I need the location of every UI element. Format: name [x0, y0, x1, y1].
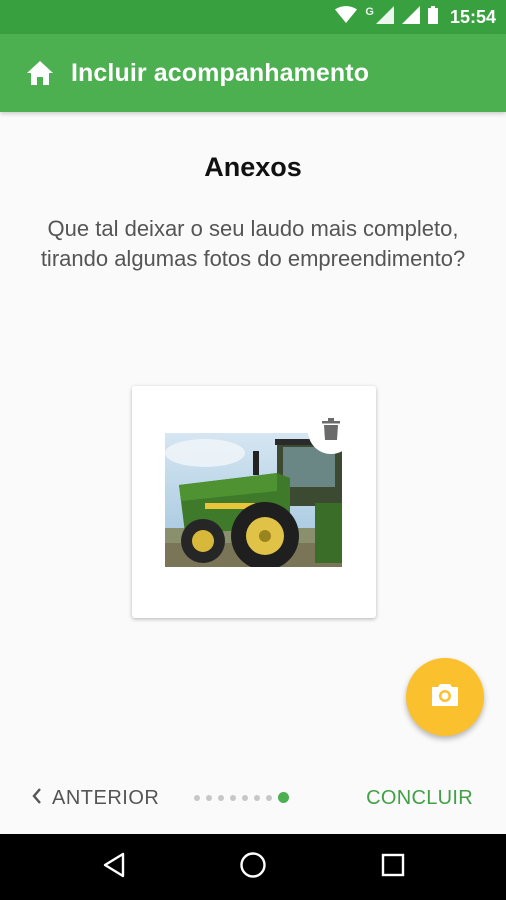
back-button[interactable]: [74, 834, 154, 900]
previous-label: ANTERIOR: [52, 786, 160, 809]
recents-icon: [381, 853, 405, 882]
recents-button[interactable]: [353, 834, 433, 900]
step-dot-active: [278, 792, 289, 803]
attachment-card[interactable]: [132, 386, 376, 618]
stepper-bar: ANTERIOR CONCLUIR: [0, 772, 506, 824]
trash-icon: [322, 417, 340, 445]
status-bar: G 15:54: [0, 0, 506, 34]
chevron-left-icon: [32, 787, 42, 810]
home-nav-button[interactable]: [213, 834, 293, 900]
network-type-label: G: [365, 6, 374, 18]
wifi-icon: [335, 5, 358, 29]
section-title: Anexos: [204, 152, 302, 182]
system-nav-bar: [0, 834, 506, 900]
battery-icon: [427, 5, 438, 29]
back-icon: [102, 852, 126, 883]
delete-attachment-button[interactable]: [308, 408, 354, 454]
take-photo-fab[interactable]: [406, 658, 484, 736]
finish-button[interactable]: CONCLUIR: [366, 772, 473, 824]
section-description: Que tal deixar o seu laudo mais completo…: [40, 216, 466, 271]
previous-button[interactable]: ANTERIOR: [32, 772, 159, 824]
step-dot: [230, 794, 236, 801]
step-dot: [218, 794, 224, 801]
step-indicator: [194, 792, 289, 803]
step-dot: [194, 794, 200, 801]
app-bar: Incluir acompanhamento: [0, 34, 506, 112]
cell-signal-icon: [401, 5, 420, 29]
step-dot: [206, 794, 212, 801]
status-time: 15:54: [449, 6, 496, 27]
app-bar-title: Incluir acompanhamento: [71, 58, 370, 87]
step-dot: [266, 794, 272, 801]
home-icon[interactable]: [25, 58, 55, 88]
status-icons: G 15:54: [335, 0, 496, 34]
attachment-thumbnail[interactable]: [165, 433, 342, 567]
step-dot: [242, 794, 248, 801]
home-circle-icon: [239, 851, 267, 884]
cell-signal-icon: [375, 5, 394, 29]
camera-icon: [430, 682, 460, 713]
finish-label: CONCLUIR: [366, 786, 473, 809]
step-dot: [254, 794, 260, 801]
